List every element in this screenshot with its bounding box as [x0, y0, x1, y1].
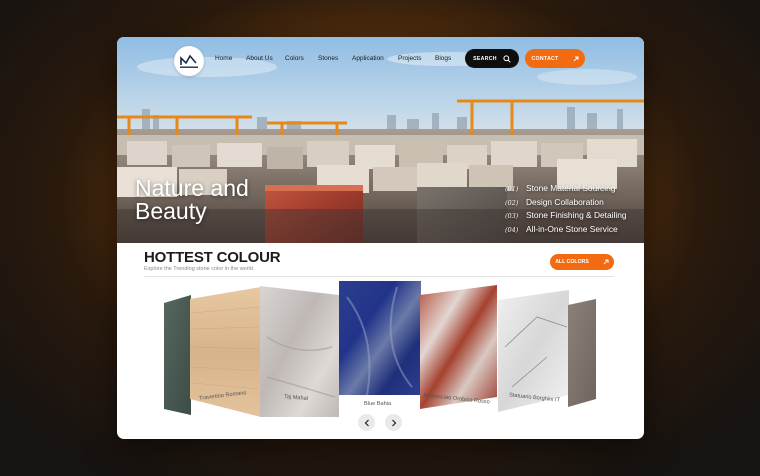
services-list: (01) Stone Material Sourcing (02) Design…: [505, 183, 627, 237]
nav-link-about-us[interactable]: About Us: [246, 55, 273, 62]
nav-link-home[interactable]: Home: [215, 55, 232, 62]
service-item: (02) Design Collaboration: [505, 197, 627, 211]
all-colors-button[interactable]: ALL COLORS: [550, 254, 614, 270]
slab-arabescato-orobico-rosso[interactable]: [420, 285, 497, 409]
slab-green[interactable]: [164, 295, 191, 415]
section-title: HOTTEST COLOUR: [144, 249, 281, 266]
hero-section: Home About Us Colors Stones Application …: [117, 37, 644, 243]
service-number: (04): [505, 225, 519, 234]
arrow-up-right-icon: [603, 259, 609, 265]
all-colors-button-label: ALL COLORS: [555, 259, 589, 265]
contact-button[interactable]: CONTACT: [525, 49, 585, 68]
top-nav: Home About Us Colors Stones Application …: [117, 37, 644, 81]
slab-grey[interactable]: [568, 299, 596, 407]
chevron-left-icon: [364, 419, 369, 426]
carousel-next-button[interactable]: [385, 414, 402, 431]
service-label: Stone Finishing & Detailing: [526, 210, 627, 220]
hero-title-line1: Nature and: [135, 175, 249, 201]
nav-link-application[interactable]: Application: [352, 55, 384, 62]
service-item: (01) Stone Material Sourcing: [505, 183, 627, 197]
nav-link-colors[interactable]: Colors: [285, 55, 304, 62]
arrow-up-right-icon: [573, 56, 578, 61]
slab-carousel: [164, 281, 596, 417]
slab-blue-bahia[interactable]: [339, 281, 421, 395]
service-label: Stone Material Sourcing: [526, 183, 616, 193]
service-item: (03) Stone Finishing & Detailing: [505, 210, 627, 224]
service-item: (04) All-in-One Stone Service: [505, 224, 627, 238]
service-label: Design Collaboration: [526, 196, 604, 207]
chevron-right-icon: [391, 419, 396, 426]
service-number: (02): [505, 198, 519, 207]
nav-link-stones[interactable]: Stones: [318, 55, 338, 62]
slab-label: Blue Bahia: [364, 401, 392, 407]
nav-link-blogs[interactable]: Blogs: [435, 55, 451, 62]
logo-icon: [180, 54, 198, 68]
search-icon: [503, 54, 511, 63]
service-number: (01): [505, 185, 519, 193]
logo[interactable]: [174, 46, 204, 76]
hero-title-line2: Beauty: [135, 198, 207, 224]
page-card: Home About Us Colors Stones Application …: [117, 37, 644, 439]
section-subtitle: Explore the Trending stone color in the …: [144, 266, 255, 272]
nav-link-projects[interactable]: Projects: [398, 55, 421, 62]
search-button[interactable]: SEARCH: [465, 49, 519, 68]
carousel-prev-button[interactable]: [358, 414, 375, 431]
hero-title: Nature and Beauty: [135, 177, 295, 223]
contact-button-label: CONTACT: [531, 55, 559, 62]
search-button-label: SEARCH: [473, 55, 497, 62]
service-label: All-in-One Stone Service: [526, 223, 618, 234]
service-number: (03): [505, 212, 519, 220]
